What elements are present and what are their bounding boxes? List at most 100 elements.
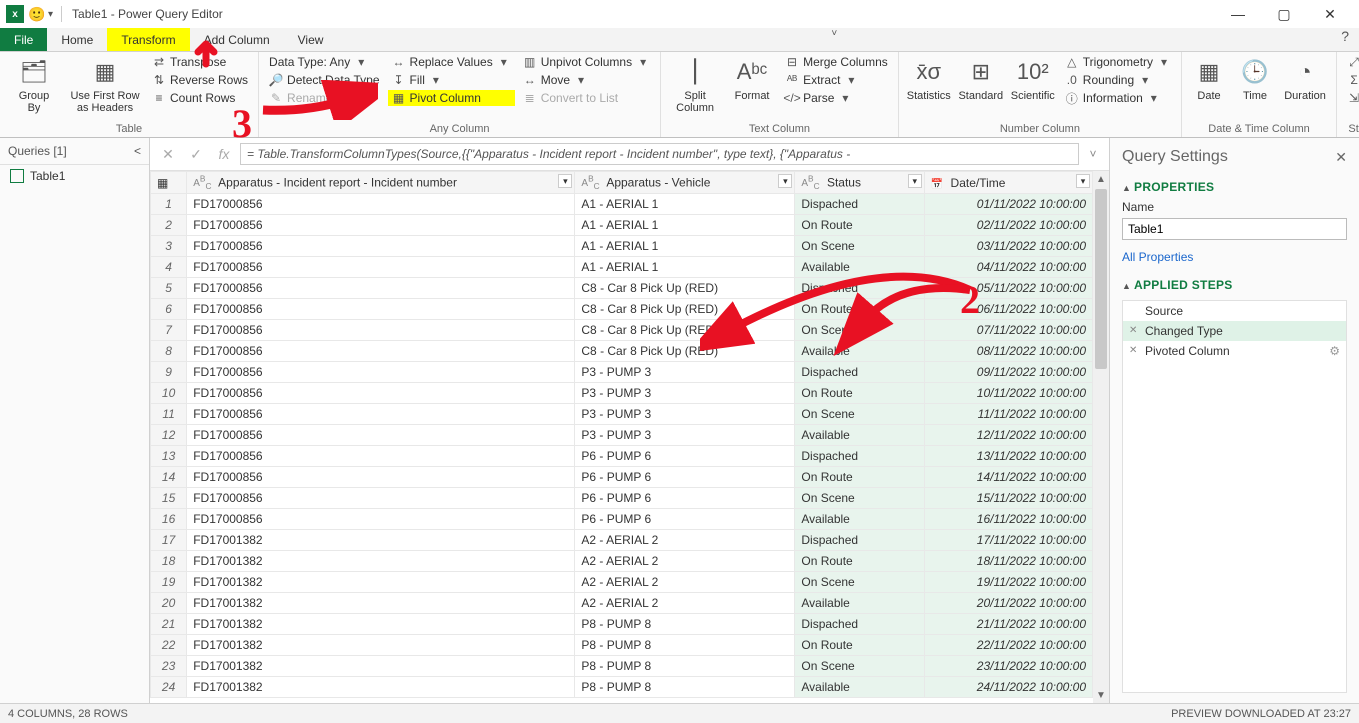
table-row[interactable]: 21FD17001382P8 - PUMP 8Dispached21/11/20… xyxy=(151,614,1093,635)
cell[interactable]: C8 - Car 8 Pick Up (RED) xyxy=(575,299,795,320)
pivot-column-button[interactable]: ▦Pivot Column xyxy=(388,90,515,106)
statistics-button[interactable]: x̄σStatistics xyxy=(905,54,953,102)
cell[interactable]: On Scene xyxy=(795,404,924,425)
cell[interactable]: FD17000856 xyxy=(187,488,575,509)
table-row[interactable]: 15FD17000856P6 - PUMP 6On Scene15/11/202… xyxy=(151,488,1093,509)
delete-step-icon[interactable]: ✕ xyxy=(1129,345,1137,356)
cell[interactable]: On Route xyxy=(795,383,924,404)
cell[interactable]: P3 - PUMP 3 xyxy=(575,383,795,404)
cell[interactable]: 04/11/2022 10:00:00 xyxy=(924,257,1092,278)
cell[interactable]: Available xyxy=(795,425,924,446)
extract-values-button[interactable]: ⇲Extract Values xyxy=(1343,90,1359,106)
cell[interactable]: FD17001382 xyxy=(187,572,575,593)
cell[interactable]: FD17001382 xyxy=(187,614,575,635)
count-rows-button[interactable]: ≡Count Rows xyxy=(148,90,252,106)
table-row[interactable]: 20FD17001382A2 - AERIAL 2Available20/11/… xyxy=(151,593,1093,614)
cell[interactable]: A2 - AERIAL 2 xyxy=(575,551,795,572)
cell[interactable]: 23/11/2022 10:00:00 xyxy=(924,656,1092,677)
cell[interactable]: 19/11/2022 10:00:00 xyxy=(924,572,1092,593)
convert-to-list-button[interactable]: ≣Convert to List xyxy=(519,90,654,106)
rounding-button[interactable]: .0Rounding ▾ xyxy=(1061,72,1175,88)
information-button[interactable]: ⓘInformation ▾ xyxy=(1061,90,1175,106)
table-row[interactable]: 23FD17001382P8 - PUMP 8On Scene23/11/202… xyxy=(151,656,1093,677)
cell[interactable]: C8 - Car 8 Pick Up (RED) xyxy=(575,341,795,362)
scroll-thumb[interactable] xyxy=(1095,189,1107,369)
cell[interactable]: FD17001382 xyxy=(187,656,575,677)
cell[interactable]: P6 - PUMP 6 xyxy=(575,509,795,530)
filter-dropdown-button[interactable]: ▾ xyxy=(778,174,792,188)
cell[interactable]: On Scene xyxy=(795,320,924,341)
cell[interactable]: 22/11/2022 10:00:00 xyxy=(924,635,1092,656)
row-number[interactable]: 10 xyxy=(151,383,187,404)
tab-transform[interactable]: Transform xyxy=(107,28,189,51)
scientific-button[interactable]: 10²Scientific xyxy=(1009,54,1057,102)
row-number[interactable]: 2 xyxy=(151,215,187,236)
row-number[interactable]: 14 xyxy=(151,467,187,488)
delete-step-icon[interactable]: ✕ xyxy=(1129,325,1137,336)
cell[interactable]: P6 - PUMP 6 xyxy=(575,488,795,509)
tab-view[interactable]: View xyxy=(284,28,338,51)
applied-step[interactable]: Source xyxy=(1123,301,1346,321)
cell[interactable]: P6 - PUMP 6 xyxy=(575,446,795,467)
cell[interactable]: Available xyxy=(795,593,924,614)
reverse-rows-button[interactable]: ⇅Reverse Rows xyxy=(148,72,252,88)
replace-values-button[interactable]: ↔Replace Values ▾ xyxy=(388,54,515,70)
table-row[interactable]: 22FD17001382P8 - PUMP 8On Route22/11/202… xyxy=(151,635,1093,656)
row-number[interactable]: 17 xyxy=(151,530,187,551)
cell[interactable]: 11/11/2022 10:00:00 xyxy=(924,404,1092,425)
cell[interactable]: FD17000856 xyxy=(187,299,575,320)
all-properties-link[interactable]: All Properties xyxy=(1122,250,1347,264)
fill-button[interactable]: ↧Fill ▾ xyxy=(388,72,515,88)
row-number[interactable]: 7 xyxy=(151,320,187,341)
step-settings-icon[interactable]: ⚙ xyxy=(1329,344,1340,358)
row-number[interactable]: 9 xyxy=(151,362,187,383)
cell[interactable]: Available xyxy=(795,677,924,698)
row-number[interactable]: 21 xyxy=(151,614,187,635)
cell[interactable]: 17/11/2022 10:00:00 xyxy=(924,530,1092,551)
tab-add-column[interactable]: Add Column xyxy=(190,28,284,51)
cell[interactable]: Dispached xyxy=(795,614,924,635)
cell[interactable]: On Route xyxy=(795,215,924,236)
cell[interactable]: FD17000856 xyxy=(187,257,575,278)
cell[interactable]: P8 - PUMP 8 xyxy=(575,635,795,656)
cell[interactable]: A2 - AERIAL 2 xyxy=(575,593,795,614)
cell[interactable]: P3 - PUMP 3 xyxy=(575,425,795,446)
table-row[interactable]: 10FD17000856P3 - PUMP 3On Route10/11/202… xyxy=(151,383,1093,404)
cell[interactable]: 15/11/2022 10:00:00 xyxy=(924,488,1092,509)
cell[interactable]: FD17000856 xyxy=(187,404,575,425)
table-row[interactable]: 11FD17000856P3 - PUMP 3On Scene11/11/202… xyxy=(151,404,1093,425)
ribbon-collapse[interactable]: ˅ xyxy=(821,28,847,51)
table-row[interactable]: 24FD17001382P8 - PUMP 8Available24/11/20… xyxy=(151,677,1093,698)
applied-steps-header[interactable]: APPLIED STEPS xyxy=(1122,278,1347,292)
table-row[interactable]: 18FD17001382A2 - AERIAL 2On Route18/11/2… xyxy=(151,551,1093,572)
cell[interactable]: Dispached xyxy=(795,446,924,467)
cell[interactable]: P8 - PUMP 8 xyxy=(575,656,795,677)
table-row[interactable]: 12FD17000856P3 - PUMP 3Available12/11/20… xyxy=(151,425,1093,446)
detect-data-type-button[interactable]: 🔎Detect Data Type xyxy=(265,72,384,88)
cell[interactable]: A2 - AERIAL 2 xyxy=(575,572,795,593)
cell[interactable]: A1 - AERIAL 1 xyxy=(575,194,795,215)
table-row[interactable]: 19FD17001382A2 - AERIAL 2On Scene19/11/2… xyxy=(151,572,1093,593)
cell[interactable]: FD17000856 xyxy=(187,341,575,362)
cell[interactable]: FD17001382 xyxy=(187,635,575,656)
table-row[interactable]: 1FD17000856A1 - AERIAL 1Dispached01/11/2… xyxy=(151,194,1093,215)
format-button[interactable]: AᵇᶜFormat xyxy=(727,54,777,102)
expand-button[interactable]: ⤢Expand xyxy=(1343,54,1359,70)
table-row[interactable]: 3FD17000856A1 - AERIAL 1On Scene03/11/20… xyxy=(151,236,1093,257)
cell[interactable]: 21/11/2022 10:00:00 xyxy=(924,614,1092,635)
table-row[interactable]: 17FD17001382A2 - AERIAL 2Dispached17/11/… xyxy=(151,530,1093,551)
close-button[interactable]: ✕ xyxy=(1307,0,1353,28)
row-number[interactable]: 11 xyxy=(151,404,187,425)
row-number[interactable]: 13 xyxy=(151,446,187,467)
cell[interactable]: P8 - PUMP 8 xyxy=(575,677,795,698)
column-header[interactable]: ABC Apparatus - Incident report - Incide… xyxy=(187,172,575,194)
table-row[interactable]: 9FD17000856P3 - PUMP 3Dispached09/11/202… xyxy=(151,362,1093,383)
row-number[interactable]: 19 xyxy=(151,572,187,593)
row-number[interactable]: 5 xyxy=(151,278,187,299)
cell[interactable]: Dispached xyxy=(795,530,924,551)
rename-button[interactable]: ✎Rename xyxy=(265,90,384,106)
row-number[interactable]: 22 xyxy=(151,635,187,656)
table-row[interactable]: 16FD17000856P6 - PUMP 6Available16/11/20… xyxy=(151,509,1093,530)
cell[interactable]: 07/11/2022 10:00:00 xyxy=(924,320,1092,341)
table-row[interactable]: 4FD17000856A1 - AERIAL 1Available04/11/2… xyxy=(151,257,1093,278)
